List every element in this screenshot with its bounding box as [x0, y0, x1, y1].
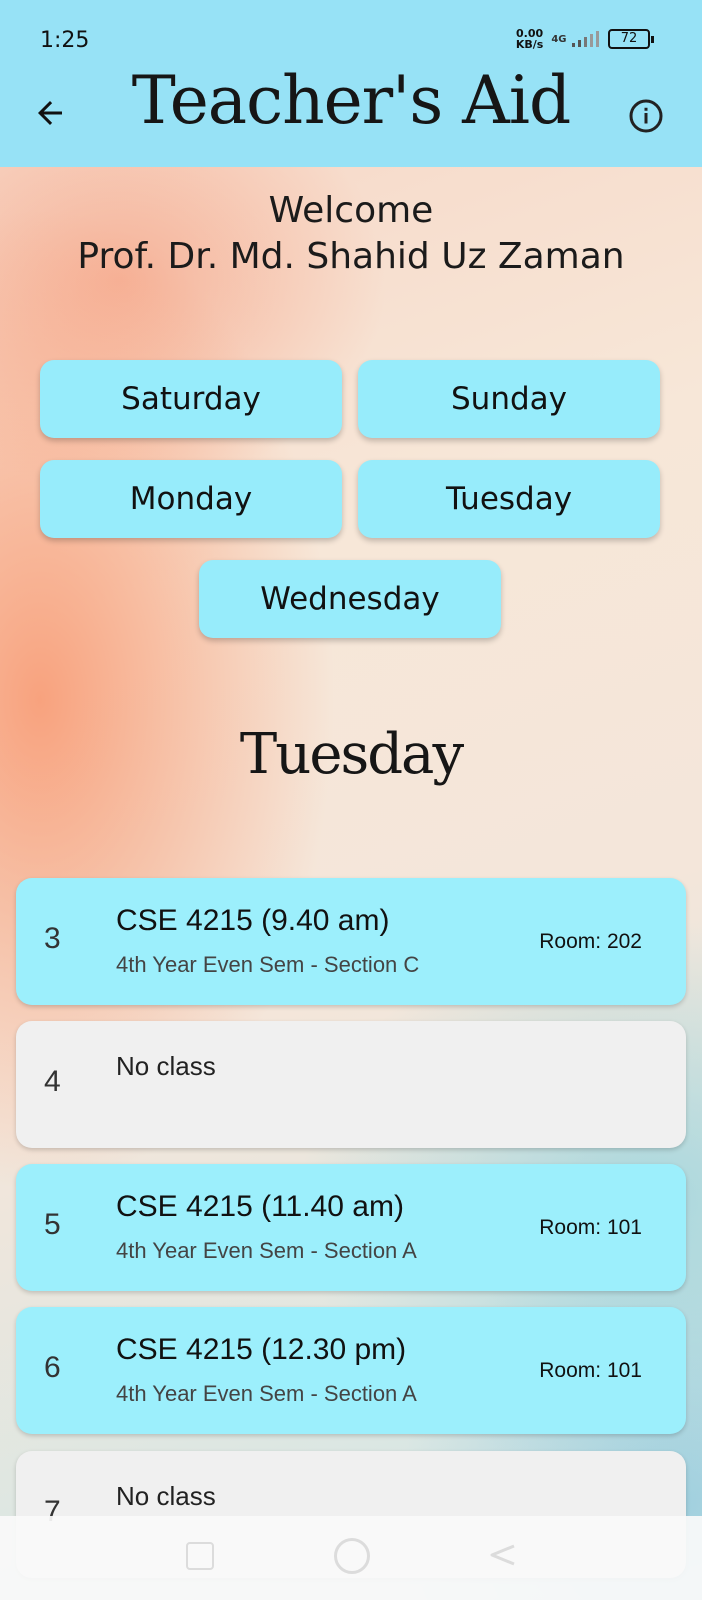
course-title: CSE 4215 (9.40 am)	[116, 904, 390, 937]
network-speed-unit: KB/s	[515, 38, 544, 51]
schedule-card[interactable]: 6 CSE 4215 (12.30 pm) 4th Year Even Sem …	[16, 1307, 686, 1434]
schedule-card-empty[interactable]: 4 No class	[16, 1021, 686, 1148]
teacher-name: Prof. Dr. Md. Shahid Uz Zaman	[77, 236, 625, 277]
day-button-monday[interactable]: Monday	[40, 460, 342, 538]
course-title: CSE 4215 (11.40 am)	[116, 1190, 404, 1223]
battery-icon: 72	[608, 29, 654, 49]
system-nav-bar	[0, 1516, 702, 1600]
course-section: 4th Year Even Sem - Section A	[116, 1238, 417, 1263]
schedule-card[interactable]: 3 CSE 4215 (9.40 am) 4th Year Even Sem -…	[16, 878, 686, 1005]
room-label: Room: 101	[539, 1216, 642, 1239]
status-icons: 0.00 KB/s 4G 72	[516, 28, 654, 50]
course-section: 4th Year Even Sem - Section C	[116, 952, 420, 977]
period-number: 4	[44, 1065, 61, 1098]
room-label: Room: 202	[539, 930, 642, 953]
app-title: Teacher's Aid	[131, 62, 571, 139]
day-button-tuesday[interactable]: Tuesday	[358, 460, 660, 538]
selected-day-title: Tuesday	[239, 722, 464, 787]
back-triangle-icon[interactable]	[488, 1540, 518, 1570]
day-button-wednesday[interactable]: Wednesday	[199, 560, 501, 638]
period-number: 6	[44, 1351, 61, 1384]
recent-apps-icon[interactable]	[186, 1542, 214, 1570]
room-label: Room: 101	[539, 1359, 642, 1382]
no-class-label: No class	[116, 1481, 216, 1511]
info-circle-icon[interactable]	[628, 98, 664, 134]
welcome-greeting: Welcome	[268, 190, 434, 231]
signal-icon: 4G	[551, 30, 600, 48]
welcome-block: Welcome Prof. Dr. Md. Shahid Uz Zaman	[0, 188, 702, 280]
app-bar: 1:25 0.00 KB/s 4G 72 Teacher's Aid	[0, 0, 702, 167]
period-number: 5	[44, 1208, 61, 1241]
schedule-card[interactable]: 5 CSE 4215 (11.40 am) 4th Year Even Sem …	[16, 1164, 686, 1291]
network-speed: 0.00 KB/s	[516, 28, 543, 50]
no-class-label: No class	[116, 1051, 216, 1081]
day-button-sunday[interactable]: Sunday	[358, 360, 660, 438]
course-title: CSE 4215 (12.30 pm)	[116, 1333, 407, 1366]
period-number: 3	[44, 922, 61, 955]
network-type: 4G	[551, 34, 567, 45]
day-button-saturday[interactable]: Saturday	[40, 360, 342, 438]
status-time: 1:25	[40, 28, 90, 53]
course-section: 4th Year Even Sem - Section A	[116, 1381, 417, 1406]
home-icon[interactable]	[334, 1538, 370, 1574]
